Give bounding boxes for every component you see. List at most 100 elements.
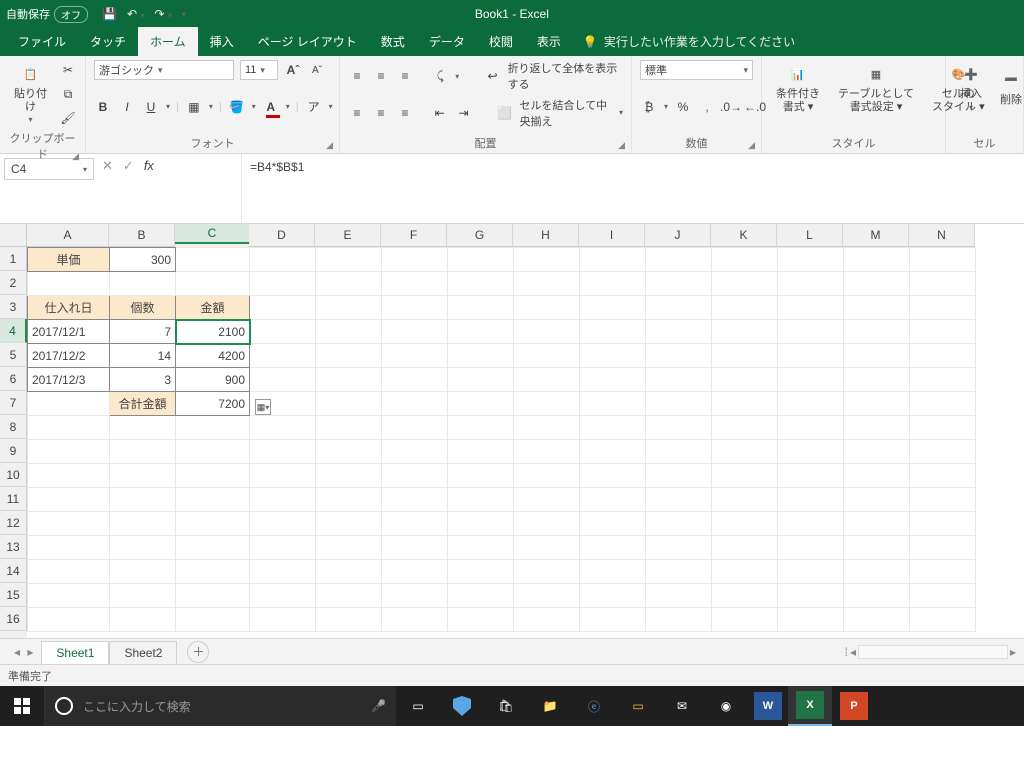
cell[interactable]	[580, 368, 646, 392]
cell[interactable]	[382, 272, 448, 296]
redo-icon[interactable]: ↷ ▾	[154, 7, 171, 21]
cell[interactable]	[28, 608, 110, 632]
cell[interactable]	[250, 488, 316, 512]
cell[interactable]	[250, 272, 316, 296]
cell[interactable]	[910, 272, 976, 296]
taskbar-search[interactable]: ここに入力して検索 🎤	[44, 686, 396, 726]
cell[interactable]: 仕入れ日	[28, 296, 110, 320]
percent-format-icon[interactable]: %	[674, 98, 692, 116]
cell[interactable]	[316, 320, 382, 344]
cell[interactable]: 300	[110, 248, 176, 272]
tab-page-layout[interactable]: ページ レイアウト	[246, 27, 369, 56]
row-header[interactable]: 10	[0, 463, 27, 487]
increase-decimal-icon[interactable]: .0→	[722, 98, 740, 116]
cell[interactable]	[778, 560, 844, 584]
col-header[interactable]: F	[381, 224, 447, 247]
microphone-icon[interactable]: 🎤	[371, 699, 386, 713]
save-icon[interactable]: 💾	[102, 7, 117, 21]
cell[interactable]	[176, 488, 250, 512]
row-header[interactable]: 11	[0, 487, 27, 511]
cell[interactable]	[580, 248, 646, 272]
cell[interactable]: 2017/12/3	[28, 368, 110, 392]
cell[interactable]	[712, 584, 778, 608]
horizontal-scrollbar[interactable]: ⁞◂▸	[845, 645, 1016, 659]
column-headers[interactable]: A B C D E F G H I J K L M N	[27, 224, 975, 247]
col-header[interactable]: C	[175, 224, 249, 244]
cell[interactable]	[910, 584, 976, 608]
cell[interactable]	[250, 248, 316, 272]
cell[interactable]	[382, 296, 448, 320]
row-header[interactable]: 14	[0, 559, 27, 583]
cell[interactable]	[910, 560, 976, 584]
tab-touch[interactable]: タッチ	[78, 27, 138, 56]
cell[interactable]	[514, 248, 580, 272]
cell[interactable]	[448, 368, 514, 392]
insert-cells-button[interactable]: ➕挿入▾	[954, 60, 988, 116]
cell[interactable]	[110, 536, 176, 560]
cell[interactable]	[176, 248, 250, 272]
dialog-launcher-icon[interactable]: ◢	[748, 140, 755, 151]
cell[interactable]	[778, 584, 844, 608]
col-header[interactable]: J	[645, 224, 711, 247]
cell[interactable]	[844, 584, 910, 608]
cell[interactable]	[316, 368, 382, 392]
cell[interactable]	[910, 344, 976, 368]
merge-cells-button[interactable]: セルを結合して中央揃え	[520, 97, 613, 129]
cell[interactable]	[712, 344, 778, 368]
cell[interactable]	[580, 344, 646, 368]
format-as-table-button[interactable]: ▦テーブルとして 書式設定 ▾	[832, 60, 920, 117]
sheet-tab[interactable]: Sheet2	[109, 641, 177, 664]
row-header[interactable]: 4	[0, 319, 27, 343]
cell[interactable]	[646, 416, 712, 440]
row-header[interactable]: 9	[0, 439, 27, 463]
tab-review[interactable]: 校閲	[477, 27, 525, 56]
row-headers[interactable]: 1 2 3 4 5 6 7 8 9 10 11 12 13 14 15 16	[0, 247, 27, 638]
cell[interactable]	[250, 464, 316, 488]
cell[interactable]	[250, 368, 316, 392]
app-icon[interactable]: ▭	[616, 686, 660, 726]
cell[interactable]	[448, 440, 514, 464]
cell[interactable]	[110, 416, 176, 440]
cell[interactable]	[28, 464, 110, 488]
cell[interactable]	[448, 416, 514, 440]
cell[interactable]	[646, 440, 712, 464]
cell[interactable]	[514, 368, 580, 392]
cell[interactable]	[778, 368, 844, 392]
col-header[interactable]: H	[513, 224, 579, 247]
cell[interactable]	[580, 560, 646, 584]
font-size-select[interactable]: 11▾	[240, 60, 278, 80]
cell[interactable]	[646, 248, 712, 272]
cell[interactable]	[844, 536, 910, 560]
col-header[interactable]: N	[909, 224, 975, 247]
cell[interactable]	[910, 608, 976, 632]
cell[interactable]	[778, 344, 844, 368]
start-button[interactable]	[0, 686, 44, 726]
cell[interactable]	[514, 464, 580, 488]
cell[interactable]	[712, 416, 778, 440]
cell[interactable]	[28, 272, 110, 296]
cell[interactable]	[910, 464, 976, 488]
cell[interactable]	[316, 344, 382, 368]
cell[interactable]: 7200	[176, 392, 250, 416]
cell[interactable]	[514, 416, 580, 440]
explorer-icon[interactable]: 📁	[528, 686, 572, 726]
tab-home[interactable]: ホーム	[138, 27, 198, 56]
new-sheet-button[interactable]: ＋	[187, 641, 209, 663]
cell[interactable]	[448, 512, 514, 536]
phonetic-icon[interactable]: ア	[305, 98, 323, 116]
tab-view[interactable]: 表示	[525, 27, 573, 56]
cell[interactable]	[28, 536, 110, 560]
cell[interactable]	[712, 512, 778, 536]
cell[interactable]	[382, 344, 448, 368]
cell[interactable]	[580, 464, 646, 488]
cell[interactable]	[514, 488, 580, 512]
cell[interactable]	[316, 272, 382, 296]
cell[interactable]	[110, 464, 176, 488]
cell[interactable]	[844, 392, 910, 416]
cell[interactable]	[448, 392, 514, 416]
cell[interactable]	[646, 560, 712, 584]
cell[interactable]	[382, 392, 448, 416]
cell[interactable]	[646, 392, 712, 416]
cell[interactable]	[580, 536, 646, 560]
cell[interactable]	[580, 416, 646, 440]
